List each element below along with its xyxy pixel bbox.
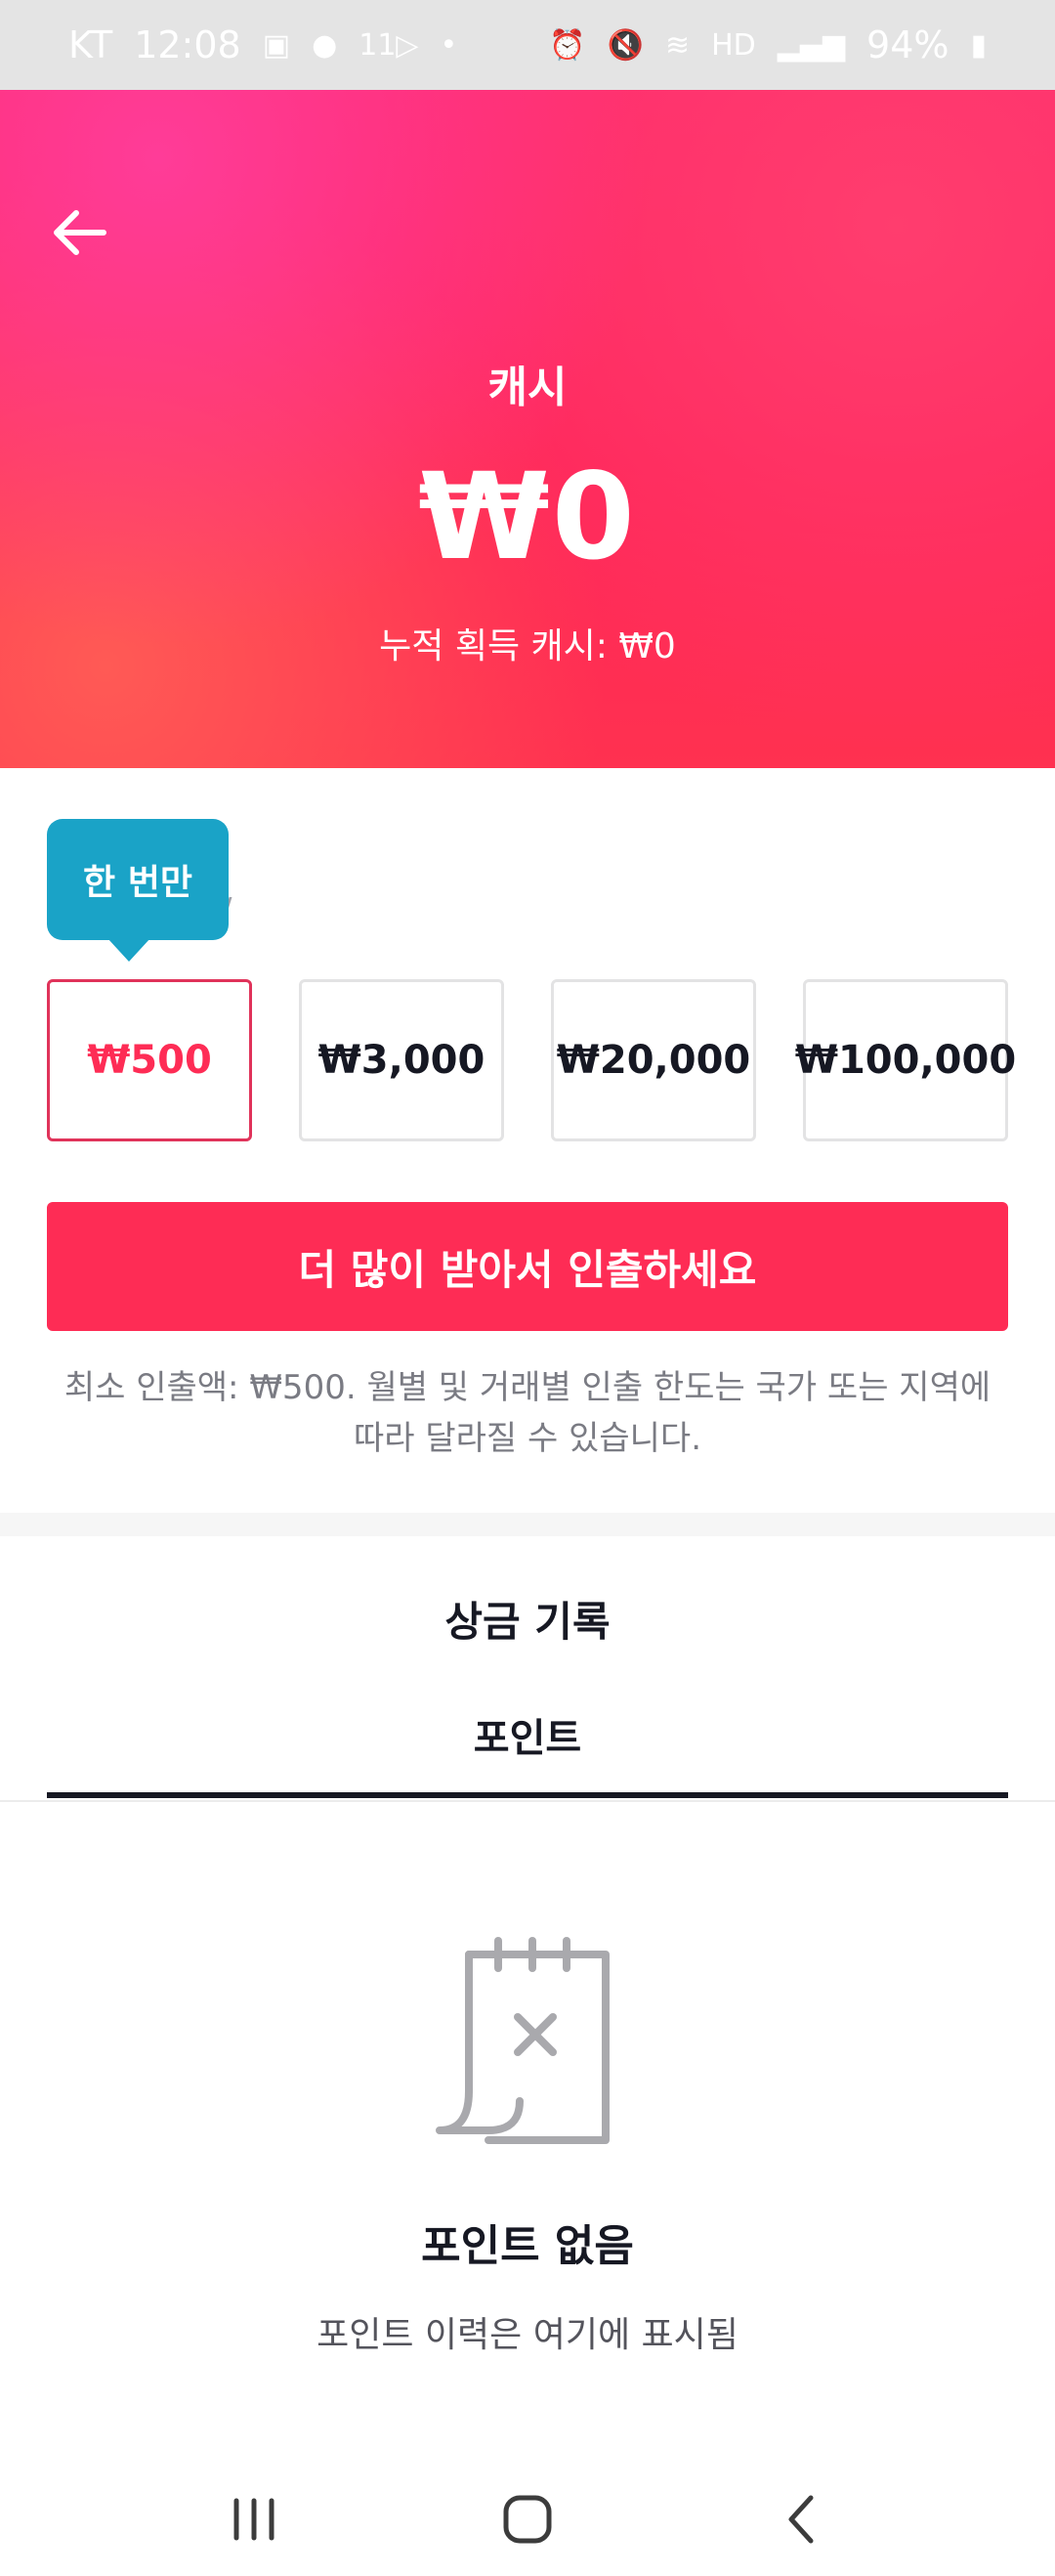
withdraw-amount-options: ₩500 ₩3,000 ₩20,000 ₩100,000 [47,979,1016,1141]
cash-header: 캐시 ₩0 누적 획득 캐시: ₩0 [0,90,1055,768]
tab-points[interactable]: 포인트 [47,1706,1008,1763]
home-icon [503,2495,552,2544]
reward-history-title: 상금 기록 [444,1598,611,1646]
empty-state-title: 포인트 없음 [421,2221,634,2271]
time-label: 12:08 [134,23,241,66]
cash-title: 캐시 [487,363,568,412]
amount-option-500[interactable]: ₩500 [47,979,252,1141]
withdraw-button[interactable]: 더 많이 받아서 인출하세요 [47,1202,1008,1331]
once-only-tooltip: 한 번만 [47,819,229,962]
amount-option-3000[interactable]: ₩3,000 [299,979,504,1141]
back-arrow-icon [54,210,106,255]
section-divider [0,1513,1055,1536]
status-bar: KT 12:08 ▣ ● 11▷ • ⏰ 🔇 ≋ HD ▂▄▆ 94% ▮ [0,0,1055,90]
empty-calendar-icon [436,1937,610,2144]
carrier-label: KT [68,23,113,66]
talk-icon: ● [312,27,338,63]
system-nav-bar [0,2463,1055,2576]
image-icon: ▣ [262,27,291,63]
battery-icon: ▮ [970,27,987,63]
status-left: KT 12:08 ▣ ● 11▷ • [68,23,457,66]
recent-apps-icon [233,2498,274,2541]
empty-state-subtitle: 포인트 이력은 여기에 표시됨 [316,2315,738,2355]
tab-points-indicator [47,1792,1008,1798]
chevron-left-icon [788,2495,814,2544]
system-back-button[interactable] [752,2475,850,2563]
amount-option-20000[interactable]: ₩20,000 [551,979,756,1141]
wifi-icon: ≋ [664,27,691,63]
recent-apps-button[interactable] [205,2475,303,2563]
11st-icon: 11▷ [359,27,419,63]
dot-icon: • [440,27,458,63]
mute-icon: 🔇 [607,27,644,63]
hd-icon: HD [711,27,756,63]
tab-divider [0,1800,1055,1802]
cash-page: KT 12:08 ▣ ● 11▷ • ⏰ 🔇 ≋ HD ▂▄▆ 94% ▮ 캐시… [0,0,1055,2576]
battery-label: 94% [866,23,950,66]
accumulated-cash: 누적 획득 캐시: ₩0 [379,626,676,666]
status-right: ⏰ 🔇 ≋ HD ▂▄▆ 94% ▮ [549,23,987,66]
home-button[interactable] [479,2475,576,2563]
cash-balance: ₩0 [418,448,637,586]
signal-icon: ▂▄▆ [777,27,846,63]
withdraw-note: 최소 인출액: ₩500. 월별 및 거래별 인출 한도는 국가 또는 지역에 … [63,1368,992,1458]
amount-option-100000[interactable]: ₩100,000 [795,979,1016,1141]
back-button[interactable] [45,197,115,268]
alarm-icon: ⏰ [549,27,586,63]
